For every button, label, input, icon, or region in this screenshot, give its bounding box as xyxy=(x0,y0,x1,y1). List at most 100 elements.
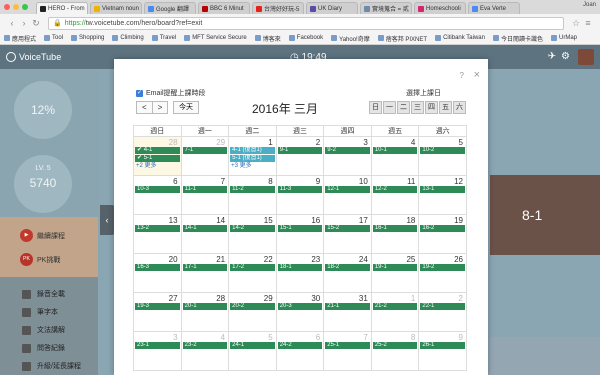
bookmark-item[interactable]: UrMap xyxy=(551,35,577,41)
address-bar[interactable]: 🔒 https:// tw.voicetube.com/hero/board?r… xyxy=(48,16,564,30)
calendar-day-cell[interactable]: 25 19-1 xyxy=(370,253,420,293)
lesson-event[interactable]: 12-1 xyxy=(325,186,370,193)
forward-arrow-icon[interactable]: › xyxy=(18,18,30,28)
calendar-day-cell[interactable]: 27 19-3 xyxy=(133,292,182,332)
more-events-link[interactable]: +2 更多 xyxy=(134,163,181,170)
next-month-button[interactable]: > xyxy=(152,101,169,114)
sidebar-item-grammar[interactable]: 文法講解 xyxy=(22,325,65,335)
close-icon[interactable]: × xyxy=(474,69,480,81)
prev-month-button[interactable]: < xyxy=(136,101,153,114)
calendar-day-cell[interactable]: 28 20-1 xyxy=(180,292,230,332)
lesson-event[interactable]: 15-1 xyxy=(277,225,323,232)
lesson-event[interactable]: 21-1 xyxy=(325,303,370,310)
calendar-day-cell[interactable]: 31 21-1 xyxy=(323,292,372,332)
calendar-day-cell[interactable]: 18 16-1 xyxy=(370,214,420,254)
calendar-day-cell[interactable]: 6 10-3 xyxy=(133,175,182,215)
profile-name[interactable]: Joan xyxy=(583,2,596,8)
lesson-event[interactable]: 18-1 xyxy=(277,264,323,271)
back-arrow-icon[interactable]: ‹ xyxy=(6,18,18,28)
help-icon[interactable]: ? xyxy=(460,71,464,80)
calendar-day-cell[interactable]: 5 10-2 xyxy=(418,136,467,176)
calendar-day-cell[interactable]: 8 25-2 xyxy=(370,331,420,371)
lesson-event[interactable]: 23-2 xyxy=(182,342,228,349)
lesson-event[interactable]: 9-1 xyxy=(277,147,323,154)
lesson-event[interactable]: 20-2 xyxy=(230,303,275,310)
minimize-window-icon[interactable] xyxy=(13,4,19,10)
avatar[interactable] xyxy=(578,49,594,65)
bookmark-item[interactable]: Citibank Taiwan xyxy=(435,35,485,41)
sidebar-item-upgrade[interactable]: 升級/延長課程 xyxy=(22,361,81,371)
weekday-toggle-button[interactable]: 三 xyxy=(411,101,424,114)
calendar-day-cell[interactable]: 5 24-1 xyxy=(228,331,277,371)
lesson-event[interactable]: 24-1 xyxy=(230,342,275,349)
checkbox-checked-icon[interactable]: ✓ xyxy=(136,89,143,97)
lesson-event[interactable]: 10-2 xyxy=(420,147,465,154)
lesson-event[interactable]: 25-2 xyxy=(372,342,418,349)
lesson-event[interactable]: 19-2 xyxy=(420,264,465,271)
calendar-day-cell[interactable]: 11 12-2 xyxy=(370,175,420,215)
calendar-day-cell[interactable]: 4 10-1 xyxy=(370,136,420,176)
bookmark-item[interactable]: Travel xyxy=(151,35,176,41)
close-window-icon[interactable] xyxy=(4,4,10,10)
lesson-event[interactable]: 10-1 xyxy=(372,147,418,154)
voicetube-logo[interactable]: VoiceTube xyxy=(6,52,61,62)
bookmark-item[interactable]: 今日閱讀卡識色 xyxy=(492,34,543,43)
calendar-day-cell[interactable]: 1 4-1 (復習1) 5-1 (復習1) +3 更多 xyxy=(228,136,277,176)
lesson-event[interactable]: ✔ 5-1 xyxy=(135,155,180,162)
calendar-day-cell[interactable]: 12 13-1 xyxy=(418,175,467,215)
calendar-day-cell[interactable]: 17 15-2 xyxy=(323,214,372,254)
calendar-day-cell[interactable]: 8 11-2 xyxy=(228,175,277,215)
lesson-event[interactable]: 24-2 xyxy=(277,342,323,349)
sidebar-item-qa[interactable]: 問答紀錄 xyxy=(22,343,65,353)
calendar-day-cell[interactable]: 6 24-2 xyxy=(275,331,325,371)
calendar-day-cell[interactable]: 29 20-2 xyxy=(228,292,277,332)
pk-challenge-link[interactable]: PK PK挑戰 xyxy=(20,253,60,266)
calendar-day-cell[interactable]: 19 16-2 xyxy=(418,214,467,254)
lesson-event[interactable]: 20-1 xyxy=(182,303,228,310)
bookmark-item[interactable]: Shopping xyxy=(71,35,104,41)
browser-tab[interactable]: Homeschooli xyxy=(414,2,466,14)
gear-icon[interactable]: ⚙ xyxy=(561,51,570,62)
calendar-day-cell[interactable]: 16 15-1 xyxy=(275,214,325,254)
bookmark-star-icon[interactable]: ☆ xyxy=(570,18,582,29)
reload-icon[interactable]: ↻ xyxy=(30,18,42,29)
window-controls[interactable] xyxy=(4,4,28,10)
lesson-event[interactable]: 22-1 xyxy=(420,303,465,310)
lesson-event[interactable]: 15-2 xyxy=(325,225,370,232)
weekday-toggle-button[interactable]: 一 xyxy=(383,101,396,114)
calendar-day-cell[interactable]: 21 17-1 xyxy=(180,253,230,293)
calendar-day-cell[interactable]: 14 14-1 xyxy=(180,214,230,254)
sidebar-item-recordings[interactable]: 錄音全載 xyxy=(22,289,65,299)
today-button[interactable]: 今天 xyxy=(173,101,199,114)
bookmark-item[interactable]: 痞客邦 PIXNET xyxy=(377,34,427,43)
lesson-event[interactable]: 13-2 xyxy=(135,225,180,232)
lesson-event[interactable]: 5-1 (復習1) xyxy=(230,155,275,162)
calendar-day-cell[interactable]: 3 23-1 xyxy=(133,331,182,371)
lesson-event[interactable]: 12-2 xyxy=(372,186,418,193)
calendar-day-cell[interactable]: 30 20-3 xyxy=(275,292,325,332)
weekday-toggle-button[interactable]: 五 xyxy=(439,101,452,114)
lesson-event[interactable]: 16-2 xyxy=(420,225,465,232)
weekday-toggle-button[interactable]: 日 xyxy=(369,101,382,114)
more-events-link[interactable]: +3 更多 xyxy=(229,163,276,170)
lesson-event[interactable]: 17-1 xyxy=(182,264,228,271)
lesson-event[interactable]: 13-1 xyxy=(420,186,465,193)
bookmark-item[interactable]: MFT Service Secure xyxy=(184,35,247,41)
lesson-event[interactable]: 11-3 xyxy=(277,186,323,193)
lesson-event[interactable]: 7-1 xyxy=(182,147,228,154)
lesson-event[interactable]: 14-1 xyxy=(182,225,228,232)
calendar-day-cell[interactable]: 10 12-1 xyxy=(323,175,372,215)
email-reminder-checkbox[interactable]: ✓ Email提醒上課時段 xyxy=(136,88,206,98)
browser-tab[interactable]: 台灣好好玩-5 xyxy=(252,2,304,14)
browser-tab[interactable]: Google 翻譯 xyxy=(144,2,196,14)
calendar-day-cell[interactable]: 29 7-1 xyxy=(180,136,230,176)
lesson-event[interactable]: 19-3 xyxy=(135,303,180,310)
bookmark-item[interactable]: Yahoo!奇摩 xyxy=(331,34,370,43)
calendar-day-cell[interactable]: 7 11-1 xyxy=(180,175,230,215)
weekday-toggle-button[interactable]: 六 xyxy=(453,101,466,114)
browser-tab[interactable]: BBC 6 Minut xyxy=(198,2,250,14)
calendar-day-cell[interactable]: 15 14-2 xyxy=(228,214,277,254)
lesson-event[interactable]: 11-2 xyxy=(230,186,275,193)
calendar-day-cell[interactable]: 28 ✔ 4-1 ✔ 5-1 +2 更多 xyxy=(133,136,182,176)
lesson-event[interactable]: 14-2 xyxy=(230,225,275,232)
